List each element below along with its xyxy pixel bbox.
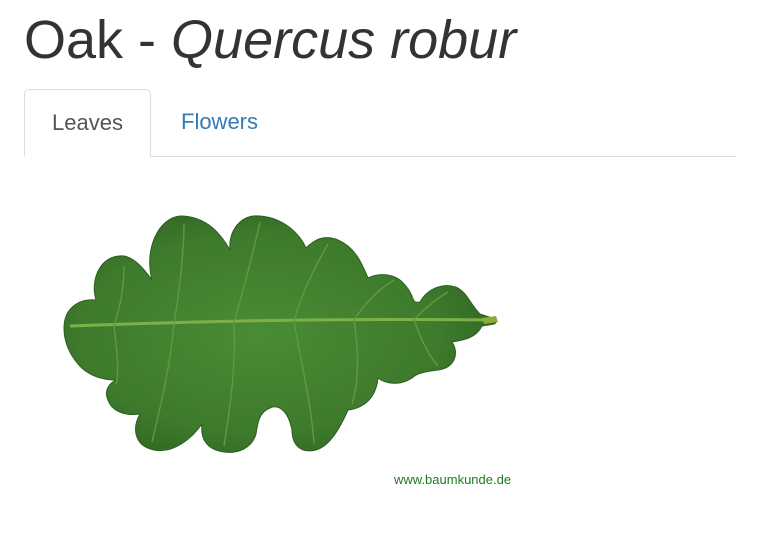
tab-leaves[interactable]: Leaves	[24, 89, 151, 157]
species-name: Quercus robur	[171, 10, 517, 70]
oak-leaf-image: www.baumkunde.de	[24, 188, 534, 498]
page-title: Oak - Quercus robur	[24, 8, 516, 72]
tab-bar: Leaves Flowers	[24, 89, 736, 157]
tab-flowers[interactable]: Flowers	[155, 89, 284, 155]
leaf-blade	[63, 215, 497, 453]
oak-leaf-illustration	[63, 215, 498, 453]
title-separator: -	[123, 10, 172, 70]
common-name: Oak	[24, 10, 124, 70]
image-watermark: www.baumkunde.de	[394, 472, 512, 487]
